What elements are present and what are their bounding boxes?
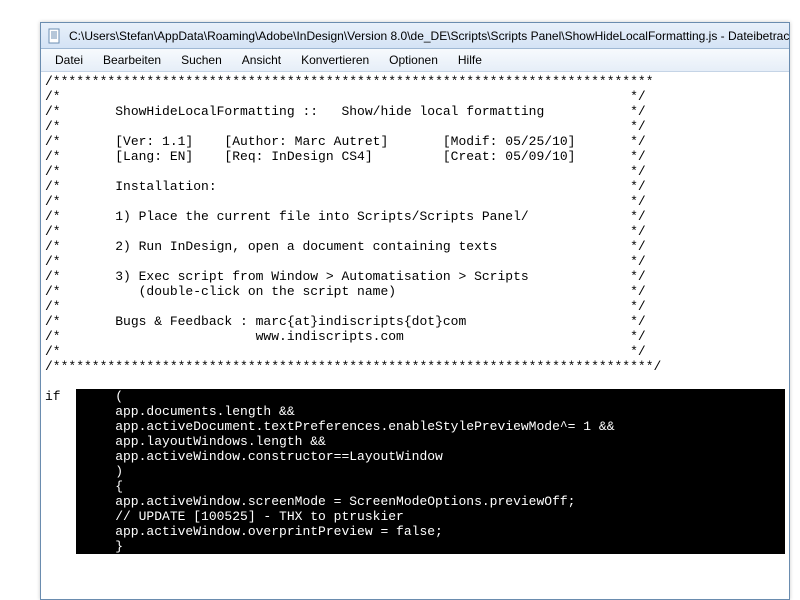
- window-title: C:\Users\Stefan\AppData\Roaming\Adobe\In…: [69, 29, 789, 43]
- code-line: /* ShowHideLocalFormatting :: Show/hide …: [45, 104, 646, 119]
- selected-line: if (: [45, 389, 785, 404]
- code-line: /* */: [45, 254, 646, 269]
- code-line: /* */: [45, 89, 646, 104]
- code-line: /* */: [45, 164, 646, 179]
- selected-line: app.activeWindow.constructor==LayoutWind…: [45, 449, 785, 464]
- code-line: /***************************************…: [45, 359, 661, 374]
- menu-optionen[interactable]: Optionen: [379, 51, 448, 69]
- menu-konvertieren[interactable]: Konvertieren: [291, 51, 379, 69]
- menu-bar: Datei Bearbeiten Suchen Ansicht Konverti…: [41, 49, 789, 72]
- selected-text: app.layoutWindows.length &&: [76, 434, 785, 449]
- selected-text: }: [76, 539, 785, 554]
- selected-line: }: [45, 539, 785, 554]
- code-line: /* */: [45, 344, 646, 359]
- selected-line: app.activeWindow.screenMode = ScreenMode…: [45, 494, 785, 509]
- selected-line: ): [45, 464, 785, 479]
- menu-suchen[interactable]: Suchen: [171, 51, 232, 69]
- code-line: /* Bugs & Feedback : marc{at}indiscripts…: [45, 314, 646, 329]
- selected-line: app.documents.length &&: [45, 404, 785, 419]
- if-keyword: if: [45, 389, 76, 404]
- editor-window: C:\Users\Stefan\AppData\Roaming\Adobe\In…: [40, 22, 790, 600]
- code-line: /* www.indiscripts.com */: [45, 329, 646, 344]
- menu-ansicht[interactable]: Ansicht: [232, 51, 291, 69]
- code-line: /* */: [45, 299, 646, 314]
- code-line: /* [Lang: EN] [Req: InDesign CS4] [Creat…: [45, 149, 646, 164]
- code-line: /* 1) Place the current file into Script…: [45, 209, 646, 224]
- menu-hilfe[interactable]: Hilfe: [448, 51, 492, 69]
- selected-text: (: [76, 389, 785, 404]
- selected-line: app.layoutWindows.length &&: [45, 434, 785, 449]
- code-line: /* (double-click on the script name) */: [45, 284, 646, 299]
- selected-line: {: [45, 479, 785, 494]
- selected-text: app.activeWindow.screenMode = ScreenMode…: [76, 494, 785, 509]
- code-line: /* 2) Run InDesign, open a document cont…: [45, 239, 646, 254]
- selected-text: app.activeWindow.constructor==LayoutWind…: [76, 449, 785, 464]
- menu-bearbeiten[interactable]: Bearbeiten: [93, 51, 171, 69]
- code-line: /* Installation: */: [45, 179, 646, 194]
- selected-text: {: [76, 479, 785, 494]
- selected-text: app.activeWindow.overprintPreview = fals…: [76, 524, 785, 539]
- code-line: /***************************************…: [45, 74, 654, 89]
- selected-line: app.activeDocument.textPreferences.enabl…: [45, 419, 785, 434]
- selected-line: app.activeWindow.overprintPreview = fals…: [45, 524, 785, 539]
- selected-text: app.documents.length &&: [76, 404, 785, 419]
- title-bar: C:\Users\Stefan\AppData\Roaming\Adobe\In…: [41, 23, 789, 49]
- code-content[interactable]: /***************************************…: [41, 72, 789, 556]
- document-icon: [47, 28, 63, 44]
- code-line: /* */: [45, 224, 646, 239]
- selected-line: // UPDATE [100525] - THX to ptruskier: [45, 509, 785, 524]
- selected-text: // UPDATE [100525] - THX to ptruskier: [76, 509, 785, 524]
- code-line: /* */: [45, 194, 646, 209]
- code-line: /* */: [45, 119, 646, 134]
- selected-text: app.activeDocument.textPreferences.enabl…: [76, 419, 785, 434]
- code-line: /* 3) Exec script from Window > Automati…: [45, 269, 646, 284]
- selected-text: ): [76, 464, 785, 479]
- menu-datei[interactable]: Datei: [45, 51, 93, 69]
- code-line: /* [Ver: 1.1] [Author: Marc Autret] [Mod…: [45, 134, 646, 149]
